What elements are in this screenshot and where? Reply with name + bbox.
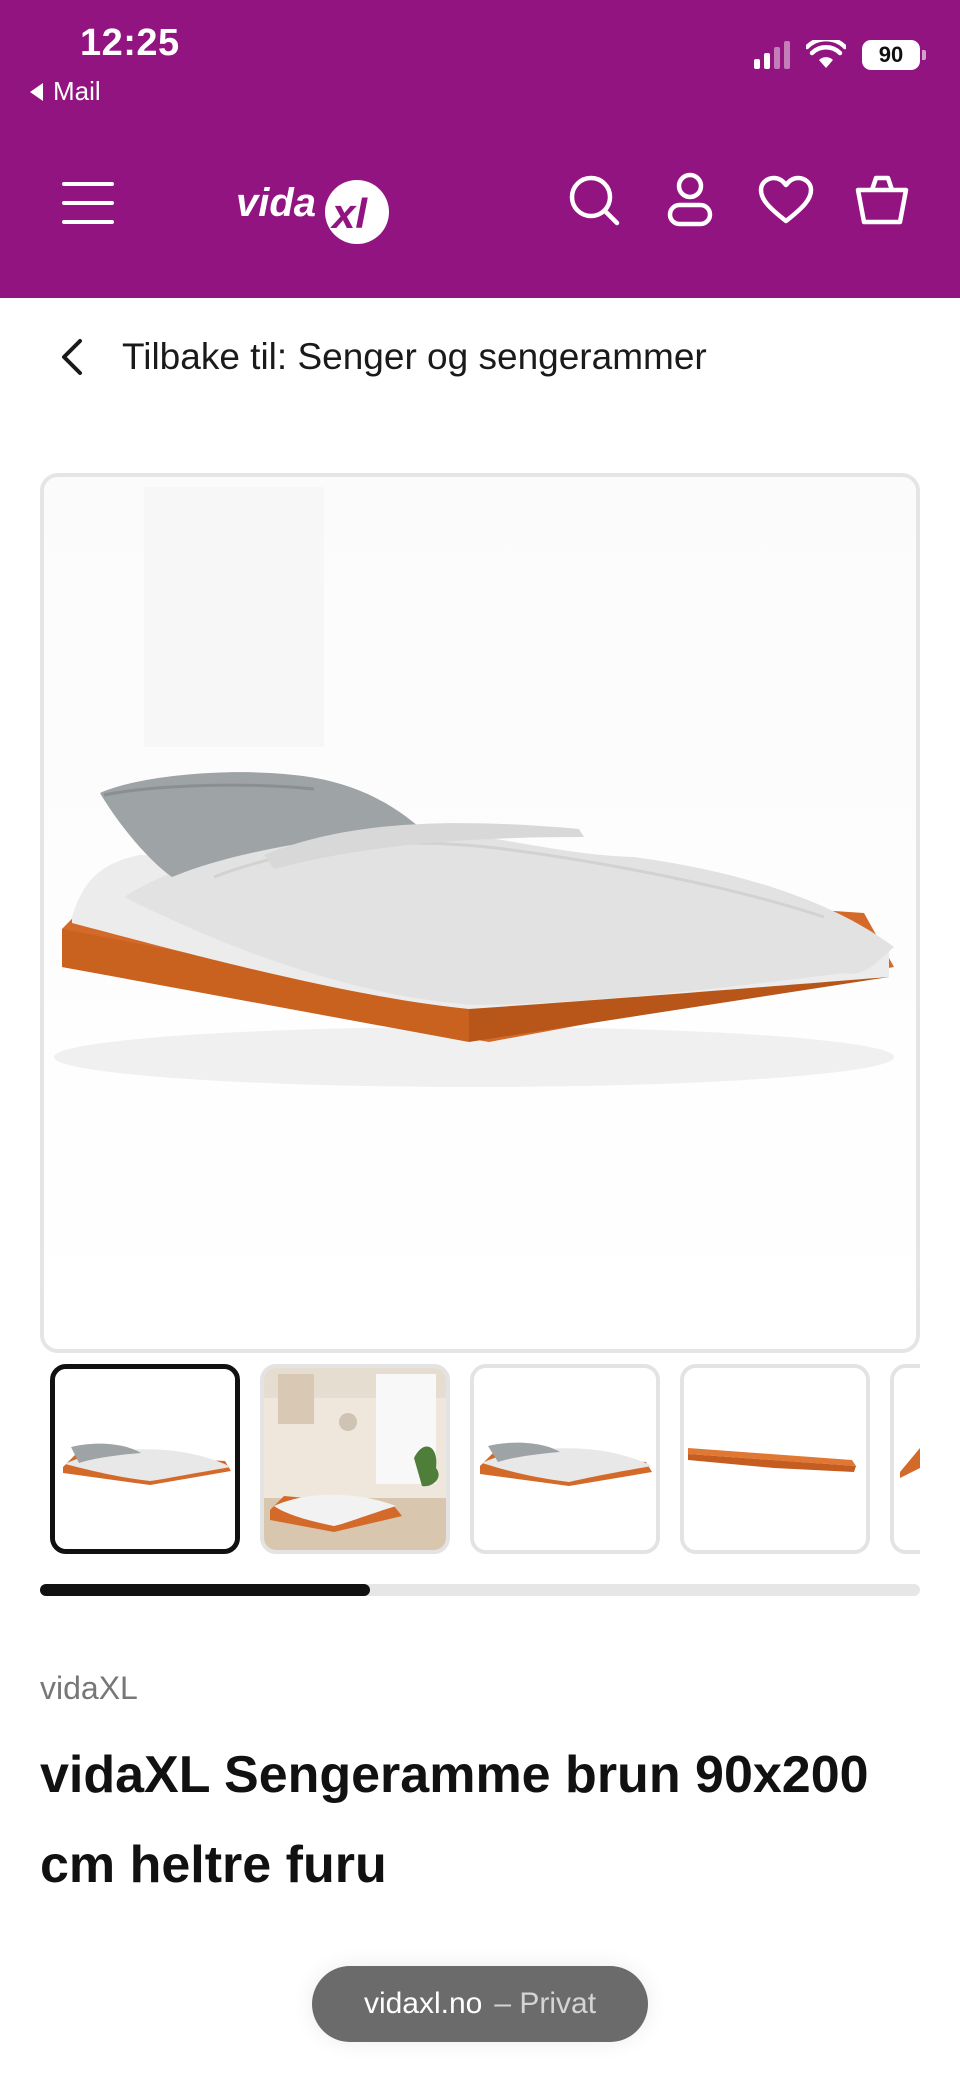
header-actions <box>566 172 910 228</box>
back-triangle-icon <box>30 82 43 101</box>
gallery-scroll-progress <box>40 1584 370 1596</box>
browser-mode: – Privat <box>494 1987 597 2020</box>
thumbnail-2[interactable] <box>260 1364 450 1554</box>
browser-domain: vidaxl.no <box>363 1987 483 2020</box>
status-indicators: 90 <box>754 40 926 70</box>
thumbnail-strip[interactable] <box>40 1364 920 1556</box>
main-nav: vida xl <box>0 160 960 250</box>
svg-text:vida: vida <box>236 181 316 225</box>
heart-icon[interactable] <box>758 172 814 228</box>
gallery-scrollbar[interactable] <box>40 1584 920 1596</box>
account-icon[interactable] <box>662 172 718 228</box>
cellular-signal-icon <box>754 41 790 69</box>
browser-address-pill[interactable]: vidaxl.no – Privat <box>312 1966 648 2042</box>
wifi-icon <box>806 40 846 68</box>
breadcrumb-label[interactable]: Tilbake til: Senger og sengerammer <box>122 336 707 378</box>
thumbnail-3[interactable] <box>470 1364 660 1554</box>
breadcrumb[interactable]: Tilbake til: Senger og sengerammer <box>54 332 707 382</box>
back-to-mail-link[interactable]: Mail <box>30 76 101 107</box>
chevron-left-icon[interactable] <box>54 337 88 377</box>
back-app-label: Mail <box>53 76 101 106</box>
thumbnail-4[interactable] <box>680 1364 870 1554</box>
battery-indicator: 90 <box>862 40 926 70</box>
battery-level: 90 <box>878 42 904 67</box>
vidaxl-logo[interactable]: vida xl <box>236 168 396 248</box>
site-header: 12:25 Mail 90 vida xl <box>0 0 960 298</box>
cart-icon[interactable] <box>854 172 910 228</box>
status-time: 12:25 <box>80 22 180 64</box>
thumbnail-1[interactable] <box>50 1364 240 1554</box>
search-icon[interactable] <box>566 172 622 228</box>
thumbnail-5[interactable] <box>890 1364 920 1554</box>
svg-text:xl: xl <box>330 190 368 237</box>
product-title: vidaXL Sengeramme brun 90x200 cm heltre … <box>40 1746 869 1894</box>
product-brand[interactable]: vidaXL <box>40 1670 138 1707</box>
product-main-image[interactable] <box>40 473 920 1353</box>
menu-icon[interactable] <box>62 182 114 224</box>
